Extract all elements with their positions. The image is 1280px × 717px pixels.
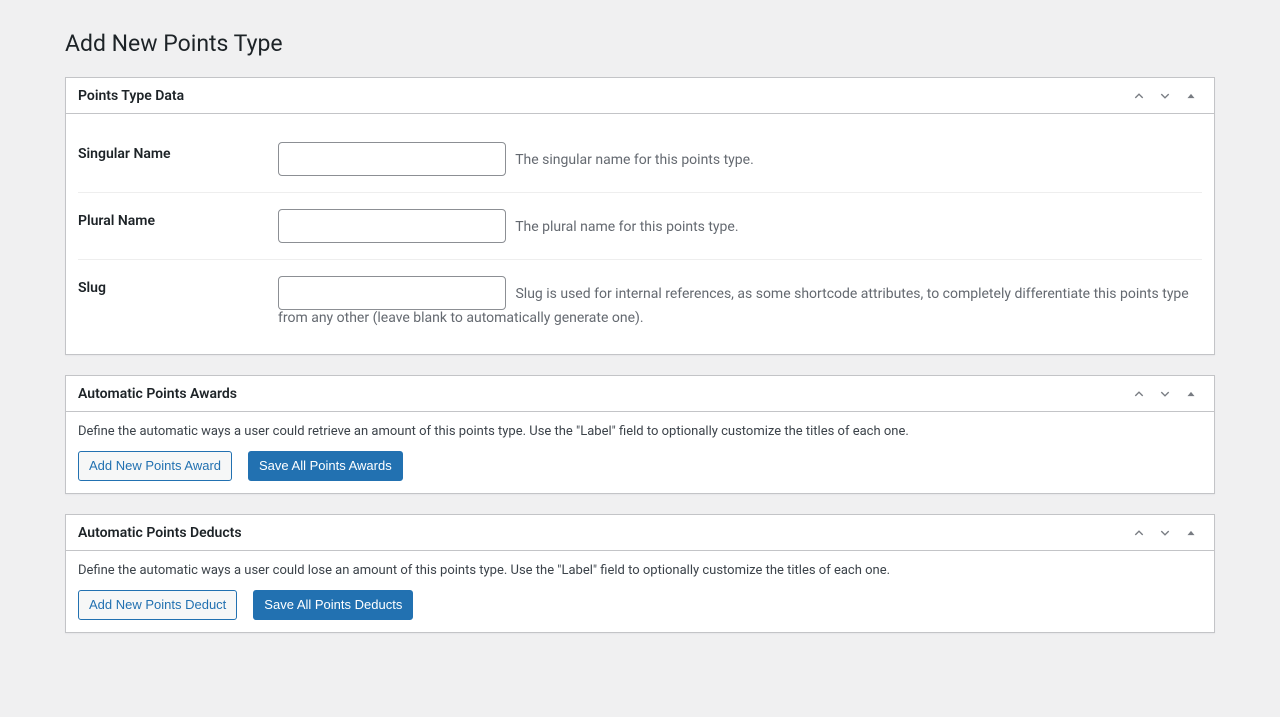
- panel-header: Points Type Data: [66, 78, 1214, 114]
- slug-input[interactable]: [278, 276, 506, 310]
- move-up-button[interactable]: [1128, 524, 1150, 542]
- triangle-up-icon: [1184, 526, 1198, 540]
- singular-name-label: Singular Name: [78, 126, 278, 193]
- move-down-button[interactable]: [1154, 87, 1176, 105]
- chevron-up-icon: [1132, 387, 1146, 401]
- panel-points-type-data: Points Type Data Singular Name The singu…: [65, 77, 1215, 355]
- move-down-button[interactable]: [1154, 524, 1176, 542]
- panel-actions: [1128, 87, 1202, 105]
- panel-header: Automatic Points Awards: [66, 376, 1214, 412]
- move-up-button[interactable]: [1128, 87, 1150, 105]
- save-all-points-awards-button[interactable]: Save All Points Awards: [248, 451, 403, 481]
- singular-name-help: The singular name for this points type.: [515, 152, 754, 168]
- panel-header: Automatic Points Deducts: [66, 515, 1214, 551]
- panel-title: Points Type Data: [78, 88, 184, 104]
- panel-title: Automatic Points Deducts: [78, 525, 242, 541]
- page-title: Add New Points Type: [65, 0, 1215, 77]
- chevron-down-icon: [1158, 387, 1172, 401]
- triangle-up-icon: [1184, 387, 1198, 401]
- toggle-panel-button[interactable]: [1180, 385, 1202, 403]
- panel-automatic-points-awards: Automatic Points Awards Define the autom…: [65, 375, 1215, 494]
- deducts-description: Define the automatic ways a user could l…: [78, 563, 1202, 578]
- add-new-points-deduct-button[interactable]: Add New Points Deduct: [78, 590, 237, 620]
- panel-automatic-points-deducts: Automatic Points Deducts Define the auto…: [65, 514, 1215, 633]
- panel-actions: [1128, 385, 1202, 403]
- plural-name-label: Plural Name: [78, 193, 278, 260]
- chevron-up-icon: [1132, 89, 1146, 103]
- singular-name-input[interactable]: [278, 142, 506, 176]
- move-down-button[interactable]: [1154, 385, 1176, 403]
- panel-title: Automatic Points Awards: [78, 386, 237, 402]
- add-new-points-award-button[interactable]: Add New Points Award: [78, 451, 232, 481]
- chevron-down-icon: [1158, 526, 1172, 540]
- chevron-down-icon: [1158, 89, 1172, 103]
- slug-label: Slug: [78, 260, 278, 343]
- toggle-panel-button[interactable]: [1180, 87, 1202, 105]
- toggle-panel-button[interactable]: [1180, 524, 1202, 542]
- save-all-points-deducts-button[interactable]: Save All Points Deducts: [253, 590, 413, 620]
- form-table: Singular Name The singular name for this…: [78, 126, 1202, 342]
- plural-name-input[interactable]: [278, 209, 506, 243]
- triangle-up-icon: [1184, 89, 1198, 103]
- awards-description: Define the automatic ways a user could r…: [78, 424, 1202, 439]
- chevron-up-icon: [1132, 526, 1146, 540]
- move-up-button[interactable]: [1128, 385, 1150, 403]
- plural-name-help: The plural name for this points type.: [515, 219, 738, 235]
- panel-actions: [1128, 524, 1202, 542]
